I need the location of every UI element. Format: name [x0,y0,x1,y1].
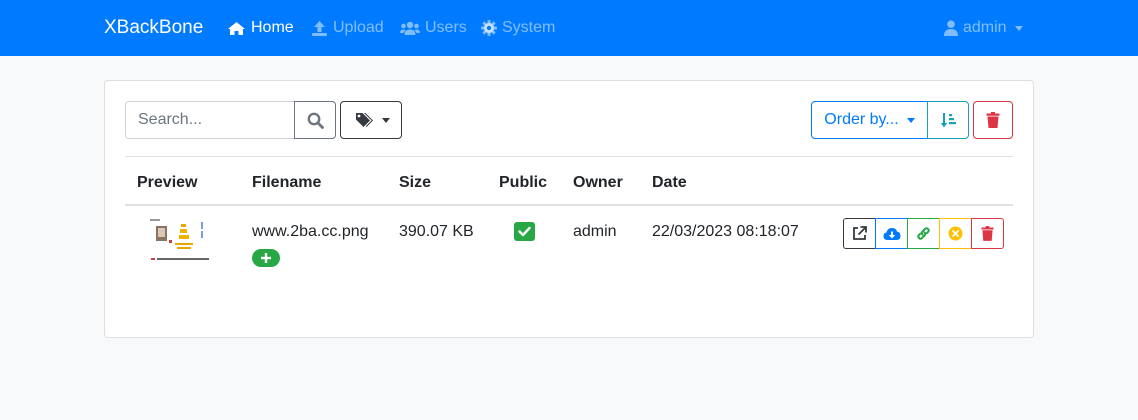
table-header-border [125,204,1013,206]
table-top-border [125,156,1013,157]
nav-upload[interactable]: Upload [311,18,384,38]
image-thumbnail [150,219,209,260]
tag-filter-button[interactable] [340,101,402,139]
sort-amount-down-icon [940,112,956,127]
chevron-down-icon [382,117,390,123]
nav-users[interactable]: Users [400,18,467,38]
search-icon [307,112,324,129]
row-actions [843,218,1004,249]
users-icon [400,21,420,35]
user-icon [944,20,958,36]
file-name[interactable]: www.2ba.cc.png [252,222,369,242]
external-link-icon [853,226,867,240]
file-preview-thumbnail[interactable] [145,217,221,263]
column-header-preview: Preview [137,174,198,191]
home-icon [228,21,245,35]
chevron-down-icon [906,117,915,123]
nav-system[interactable]: System [481,18,555,38]
search-button[interactable] [294,101,336,139]
file-date: 22/03/2023 08:18:07 [652,223,799,240]
column-header-size: Size [399,174,432,191]
nav-users-label: Users [425,19,467,36]
files-card: Order by... Preview Filename Size Public… [104,80,1034,338]
public-status-badge [514,222,535,241]
unpublish-button[interactable] [939,218,972,249]
check-icon [518,226,531,237]
times-circle-icon [948,226,963,241]
cog-icon [481,20,497,36]
column-header-date: Date [652,174,687,191]
tags-icon [356,112,373,127]
nav-home[interactable]: Home [227,18,294,38]
add-tag-button[interactable] [252,249,280,267]
file-owner: admin [573,223,617,240]
file-size: 390.07 KB [399,223,474,240]
plus-icon [261,253,271,263]
user-menu[interactable]: admin [944,18,1023,38]
navbar: XBackBone Home Upload Users System admin [0,0,1138,56]
trash-icon [981,226,994,241]
copy-link-button[interactable] [907,218,940,249]
download-button[interactable] [875,218,908,249]
delete-file-button[interactable] [971,218,1004,249]
column-header-public: Public [499,174,548,191]
upload-icon [312,20,327,36]
link-icon [917,227,930,240]
delete-selected-button[interactable] [973,101,1013,139]
search-input[interactable] [125,101,294,139]
nav-system-label: System [502,19,556,36]
cloud-download-icon [883,227,900,240]
order-by-label: Order by... [824,111,899,128]
order-by-dropdown[interactable]: Order by... [811,101,928,139]
trash-icon [986,112,1000,128]
nav-home-label: Home [251,19,294,36]
chevron-down-icon [1014,25,1023,31]
sort-direction-button[interactable] [927,101,969,139]
nav-upload-label: Upload [333,19,384,36]
brand-logo[interactable]: XBackBone [104,16,203,40]
open-link-button[interactable] [843,218,876,249]
user-menu-label: admin [963,19,1007,36]
column-header-filename: Filename [252,174,322,191]
column-header-owner: Owner [573,174,623,191]
